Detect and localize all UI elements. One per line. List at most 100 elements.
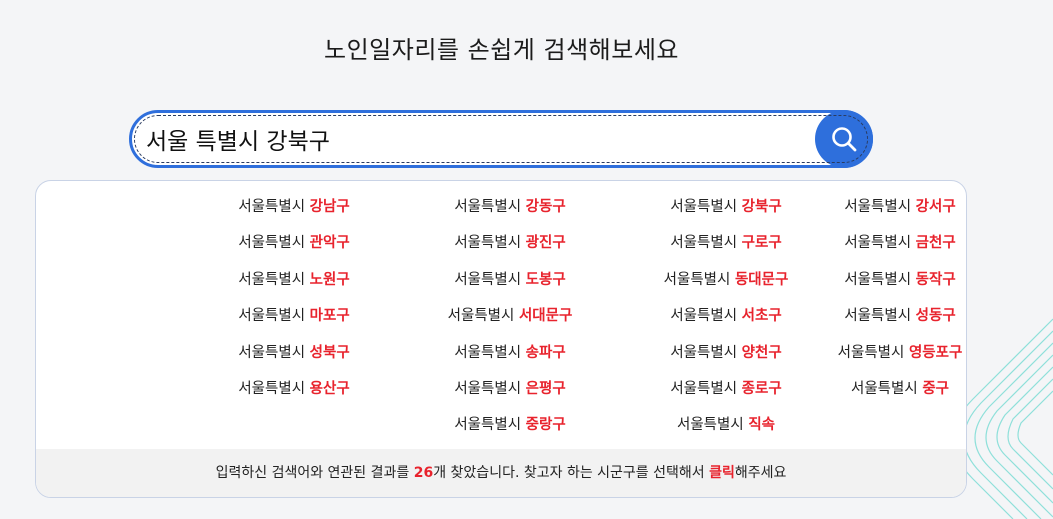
result-item[interactable]: 서울특별시 강동구 (402, 189, 618, 225)
result-item-district: 구로구 (741, 235, 782, 252)
grid-spacer (36, 335, 186, 371)
result-item-district: 강서구 (915, 199, 956, 215)
result-item[interactable]: 서울특별시 동작구 (834, 262, 966, 298)
result-item[interactable]: 서울특별시 강서구 (834, 189, 966, 225)
result-summary: 입력하신 검색어와 연관된 결과를 26개 찾았습니다. 찾고자 하는 시군구를… (36, 449, 966, 497)
result-item-district: 노원구 (309, 271, 350, 288)
result-item-prefix: 서울특별시 (238, 235, 306, 252)
result-item[interactable]: 서울특별시 강북구 (618, 189, 834, 225)
result-item-prefix: 서울특별시 (670, 199, 738, 215)
result-item-district: 영등포구 (908, 344, 963, 361)
results-grid: 서울특별시 강남구 서울특별시 강동구 서울특별시 강북구 서울특별시 강서구 서울특별… (36, 189, 966, 444)
result-item-prefix: 서울특별시 (454, 199, 522, 215)
result-item[interactable]: 서울특별시 금천구 (834, 225, 966, 261)
result-item-district: 중랑구 (525, 417, 566, 434)
result-item-district: 금천구 (915, 235, 956, 252)
result-item[interactable]: 서울특별시 직속 (618, 407, 834, 443)
result-item[interactable]: 서울특별시 구로구 (618, 225, 834, 261)
result-item[interactable]: 서울특별시 서대문구 (402, 298, 618, 334)
result-item-prefix: 서울특별시 (837, 344, 905, 361)
search-input[interactable] (146, 113, 786, 165)
result-item-prefix: 서울특별시 (238, 344, 306, 361)
result-item[interactable]: 서울특별시 영등포구 (834, 335, 966, 371)
result-item-district: 도봉구 (525, 271, 566, 288)
result-item-district: 강북구 (741, 199, 782, 215)
result-item[interactable]: 서울특별시 강남구 (186, 189, 402, 225)
result-item-prefix: 서울특별시 (670, 344, 738, 361)
result-item[interactable]: 서울특별시 중랑구 (402, 407, 618, 443)
result-item-prefix: 서울특별시 (851, 380, 918, 397)
result-item-prefix: 서울특별시 (670, 308, 738, 325)
result-item-prefix: 서울특별시 (454, 235, 522, 252)
grid-spacer (36, 225, 186, 261)
result-item[interactable]: 서울특별시 관악구 (186, 225, 402, 261)
result-item-prefix: 서울특별시 (844, 308, 912, 325)
result-item[interactable]: 서울특별시 양천구 (618, 335, 834, 371)
result-item-prefix: 서울특별시 (844, 271, 912, 288)
result-item-district: 용산구 (309, 380, 350, 397)
result-item[interactable]: 서울특별시 서초구 (618, 298, 834, 334)
result-item-district: 성동구 (915, 308, 956, 325)
result-item-district: 중구 (922, 380, 949, 397)
result-item-prefix: 서울특별시 (663, 271, 731, 288)
result-item-prefix: 서울특별시 (844, 199, 912, 215)
click-word: 클릭 (709, 465, 735, 481)
result-item-district: 광진구 (525, 235, 566, 252)
result-item-district: 직속 (748, 417, 775, 434)
result-item-district: 은평구 (525, 380, 566, 397)
search-icon (832, 127, 857, 152)
result-item-prefix: 서울특별시 (238, 308, 306, 325)
result-item-prefix: 서울특별시 (454, 417, 522, 434)
result-item[interactable]: 서울특별시 성북구 (186, 335, 402, 371)
result-item-prefix: 서울특별시 (670, 235, 738, 252)
grid-spacer (36, 298, 186, 334)
search-bar (129, 110, 873, 168)
result-count: 26 (413, 465, 434, 481)
result-item-district: 동작구 (915, 271, 956, 288)
result-item-prefix: 서울특별시 (447, 308, 515, 325)
result-item-district: 마포구 (309, 308, 350, 325)
search-button[interactable] (815, 110, 873, 168)
grid-spacer (36, 407, 186, 443)
result-item-district: 양천구 (741, 344, 782, 361)
grid-spacer (36, 189, 186, 225)
result-item-prefix: 서울특별시 (677, 417, 744, 434)
result-item[interactable]: 서울특별시 용산구 (186, 371, 402, 407)
result-item-prefix: 서울특별시 (454, 380, 522, 397)
grid-spacer (36, 371, 186, 407)
result-empty (186, 407, 402, 443)
result-item-district: 강남구 (309, 199, 350, 215)
result-item-district: 관악구 (309, 235, 350, 252)
result-item-district: 서초구 (741, 308, 782, 325)
grid-spacer (36, 262, 186, 298)
result-item[interactable]: 서울특별시 중구 (834, 371, 966, 407)
result-item-district: 송파구 (525, 344, 566, 361)
result-item-prefix: 서울특별시 (238, 380, 306, 397)
result-item-district: 동대문구 (734, 271, 789, 288)
result-item[interactable]: 서울특별시 은평구 (402, 371, 618, 407)
summary-text-before: 입력하신 검색어와 연관된 결과를 (215, 465, 414, 481)
result-item[interactable]: 서울특별시 광진구 (402, 225, 618, 261)
result-item-prefix: 서울특별시 (454, 271, 522, 288)
page-title: 노인일자리를 손쉽게 검색해보세요 (324, 36, 679, 64)
summary-text-middle: 개 찾았습니다. 찾고자 하는 시군구를 선택해서 (433, 465, 710, 481)
result-item-district: 종로구 (741, 380, 782, 397)
result-item-district: 서대문구 (518, 308, 573, 325)
result-item-prefix: 서울특별시 (844, 235, 912, 252)
result-item[interactable]: 서울특별시 송파구 (402, 335, 618, 371)
result-item[interactable]: 서울특별시 종로구 (618, 371, 834, 407)
results-panel: 서울특별시 강남구 서울특별시 강동구 서울특별시 강북구 서울특별시 강서구 서울특별… (35, 180, 967, 498)
result-item-prefix: 서울특별시 (454, 344, 522, 361)
result-item-district: 강동구 (525, 199, 566, 215)
result-empty (834, 407, 966, 443)
result-item-prefix: 서울특별시 (670, 380, 738, 397)
result-item[interactable]: 서울특별시 도봉구 (402, 262, 618, 298)
summary-text-after: 해주세요 (734, 465, 787, 481)
result-item-prefix: 서울특별시 (238, 199, 306, 215)
result-item[interactable]: 서울특별시 동대문구 (618, 262, 834, 298)
result-item[interactable]: 서울특별시 마포구 (186, 298, 402, 334)
result-item-prefix: 서울특별시 (238, 271, 306, 288)
result-item-district: 성북구 (309, 344, 350, 361)
result-item[interactable]: 서울특별시 성동구 (834, 298, 966, 334)
result-item[interactable]: 서울특별시 노원구 (186, 262, 402, 298)
